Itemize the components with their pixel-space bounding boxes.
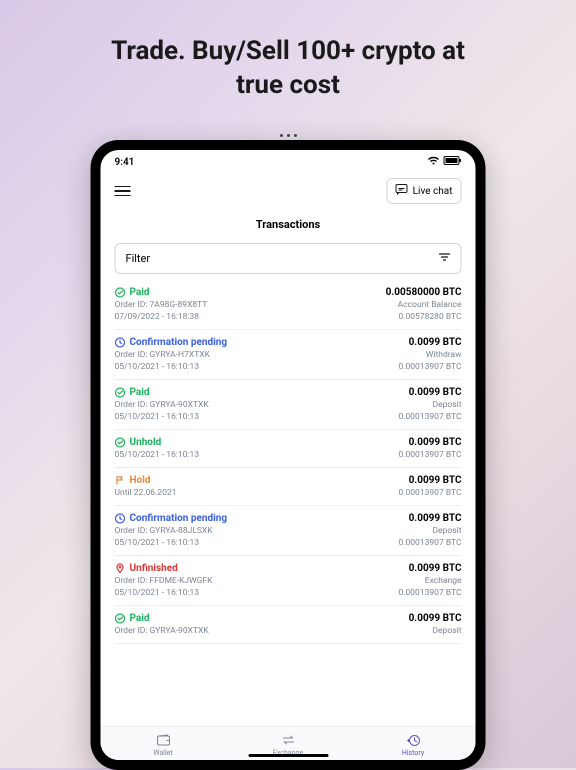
tx-type: 0.00013907 BTC <box>398 450 461 460</box>
status-time: 9:41 <box>115 157 135 168</box>
tx-order-id: Until 22.06.2021 <box>115 488 177 498</box>
tx-amount: 0.0099 BTC <box>409 337 462 348</box>
transaction-row[interactable]: Paid 0.00580000 BTC Order ID: 7A98G-89X8… <box>115 280 462 330</box>
check-icon <box>115 613 126 624</box>
tx-status: Paid <box>115 287 150 298</box>
tx-type: Account Balance <box>398 300 462 310</box>
tx-status: Paid <box>115 613 150 624</box>
filter-label: Filter <box>126 252 151 265</box>
tx-date: 05/10/2021 - 16:10:13 <box>115 362 200 372</box>
promo-headline: Trade. Buy/Sell 100+ crypto at true cost <box>0 35 576 103</box>
history-icon <box>406 733 420 747</box>
tx-status-label: Paid <box>130 287 150 298</box>
live-chat-button[interactable]: Live chat <box>387 178 462 204</box>
transactions-list[interactable]: Paid 0.00580000 BTC Order ID: 7A98G-89X8… <box>101 280 476 726</box>
live-chat-label: Live chat <box>413 186 453 197</box>
tx-order-id: Order ID: GYRYA-88JLSXK <box>115 526 213 536</box>
battery-icon <box>444 156 462 168</box>
transaction-row[interactable]: Hold 0.0099 BTC Until 22.06.2021 0.000139… <box>115 468 462 506</box>
nav-history[interactable]: History <box>351 727 476 760</box>
tx-type: Exchange <box>425 576 462 586</box>
nav-history-label: History <box>402 749 424 757</box>
check-icon <box>115 437 126 448</box>
tx-status: Confirmation pending <box>115 513 228 524</box>
topbar: Live chat <box>101 170 476 212</box>
exchange-icon <box>281 733 295 747</box>
tx-status-label: Unhold <box>130 437 162 448</box>
transaction-row[interactable]: Confirmation pending 0.0099 BTC Order ID… <box>115 330 462 380</box>
tx-status: Confirmation pending <box>115 337 228 348</box>
tx-status-label: Paid <box>130 613 150 624</box>
wallet-icon <box>156 733 170 747</box>
flag-icon <box>115 475 126 486</box>
home-indicator <box>248 754 328 757</box>
tx-amount: 0.00580000 BTC <box>386 287 462 298</box>
pin-icon <box>115 563 126 574</box>
page-title: Transactions <box>101 212 476 237</box>
tx-secondary-amount: 0.00013907 BTC <box>398 412 461 422</box>
headline-line1: Trade. Buy/Sell 100+ crypto at <box>111 36 465 66</box>
tx-order-id: Order ID: 7A98G-89X8TT <box>115 300 208 310</box>
headline-line2: true cost <box>236 70 340 100</box>
tx-status-label: Paid <box>130 387 150 398</box>
transaction-row[interactable]: Unhold 0.0099 BTC 05/10/2021 - 16:10:13 0… <box>115 430 462 468</box>
clock-icon <box>115 337 126 348</box>
tx-order-id: Order ID: GYRYA-H7XTXK <box>115 350 210 360</box>
transaction-row[interactable]: Paid 0.0099 BTC Order ID: GYRYA-90XTXK De… <box>115 380 462 430</box>
tx-type: 0.00013907 BTC <box>398 488 461 498</box>
menu-icon[interactable] <box>115 186 131 197</box>
tx-amount: 0.0099 BTC <box>409 437 462 448</box>
tx-secondary-amount: 0.00013907 BTC <box>398 362 461 372</box>
tx-type: Deposit <box>433 626 462 636</box>
nav-wallet-label: Wallet <box>153 749 172 757</box>
tx-amount: 0.0099 BTC <box>409 563 462 574</box>
tx-date: 07/09/2022 - 16:18:38 <box>115 312 200 322</box>
tx-status-label: Hold <box>130 475 151 486</box>
nav-wallet[interactable]: Wallet <box>101 727 226 760</box>
status-bar: 9:41 <box>101 150 476 170</box>
tx-secondary-amount: 0.00013907 BTC <box>398 538 461 548</box>
tx-status: Unfinished <box>115 563 178 574</box>
tx-order-id: 05/10/2021 - 16:10:13 <box>115 450 200 460</box>
tx-status-label: Confirmation pending <box>130 337 228 348</box>
tx-status: Hold <box>115 475 151 486</box>
tx-type: Deposit <box>433 400 462 410</box>
tx-date: 05/10/2021 - 16:10:13 <box>115 538 200 548</box>
tx-date: 05/10/2021 - 16:10:13 <box>115 412 200 422</box>
clock-icon <box>115 513 126 524</box>
filter-button[interactable]: Filter <box>115 243 462 274</box>
tx-date: 05/10/2021 - 16:10:13 <box>115 588 200 598</box>
tx-amount: 0.0099 BTC <box>409 387 462 398</box>
tablet-frame: 9:41 Live chat <box>91 140 486 770</box>
tx-status: Unhold <box>115 437 162 448</box>
tablet-screen: 9:41 Live chat <box>101 150 476 760</box>
transaction-row[interactable]: Confirmation pending 0.0099 BTC Order ID… <box>115 506 462 556</box>
filter-icon <box>439 252 451 265</box>
tx-secondary-amount: 0.00013907 BTC <box>398 588 461 598</box>
tx-order-id: Order ID: FFDME-KJWGFK <box>115 576 213 586</box>
tx-status-label: Confirmation pending <box>130 513 228 524</box>
tx-status-label: Unfinished <box>130 563 178 574</box>
tx-type: Deposit <box>433 526 462 536</box>
tx-status: Paid <box>115 387 150 398</box>
chat-icon <box>396 184 408 198</box>
tx-secondary-amount: 0.00578280 BTC <box>398 312 461 322</box>
transaction-row[interactable]: Paid 0.0099 BTC Order ID: GYRYA-90XTXK De… <box>115 606 462 644</box>
transaction-row[interactable]: Unfinished 0.0099 BTC Order ID: FFDME-KJ… <box>115 556 462 606</box>
tx-order-id: Order ID: GYRYA-90XTXK <box>115 400 209 410</box>
check-icon <box>115 287 126 298</box>
tx-amount: 0.0099 BTC <box>409 513 462 524</box>
tx-amount: 0.0099 BTC <box>409 475 462 486</box>
check-icon <box>115 387 126 398</box>
tx-amount: 0.0099 BTC <box>409 613 462 624</box>
tx-type: Withdraw <box>426 350 462 360</box>
wifi-icon <box>428 156 440 168</box>
tx-order-id: Order ID: GYRYA-90XTXK <box>115 626 209 636</box>
